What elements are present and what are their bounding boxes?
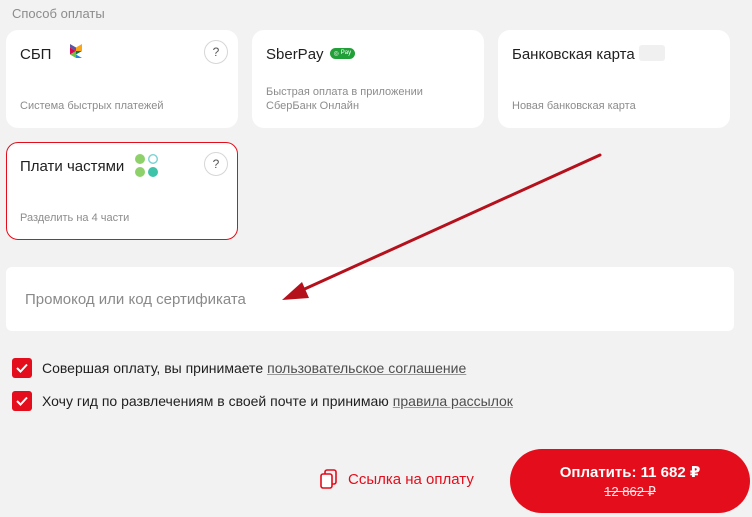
promo-code-input[interactable] xyxy=(6,267,734,331)
payment-method-bank-card[interactable]: Банковская карта Новая банковская карта xyxy=(498,30,730,128)
bank-card-icon xyxy=(638,45,665,62)
checkmark-icon xyxy=(16,396,28,406)
payment-link-button[interactable]: Ссылка на оплату xyxy=(320,469,474,489)
help-button[interactable]: ? xyxy=(204,152,228,176)
payment-method-sbp[interactable]: СБП ? Система быстрых платежей xyxy=(6,30,238,128)
payment-method-installments[interactable]: Плати частями ? Разделить на 4 части xyxy=(6,142,238,240)
dots-cluster-icon xyxy=(134,153,160,184)
sbp-logo-icon xyxy=(69,44,82,62)
method-description: Разделить на 4 части xyxy=(20,212,130,224)
payment-link-label: Ссылка на оплату xyxy=(348,470,474,488)
help-button[interactable]: ? xyxy=(204,40,228,64)
agreement-row-terms: Совершая оплату, вы принимаете пользоват… xyxy=(12,358,466,378)
terms-link[interactable]: пользовательское соглашение xyxy=(267,360,466,376)
method-title: SberPay xyxy=(266,46,324,63)
newsletter-rules-link[interactable]: правила рассылок xyxy=(393,393,513,409)
terms-checkbox[interactable] xyxy=(12,358,32,378)
method-description: Быстрая оплата в приложении СберБанк Онл… xyxy=(266,86,423,112)
terms-text: Совершая оплату, вы принимаете xyxy=(42,360,264,376)
method-title: СБП xyxy=(20,46,52,63)
payment-section-title: Способ оплаты xyxy=(12,6,105,21)
checkmark-icon xyxy=(16,363,28,373)
method-description: Система быстрых платежей xyxy=(20,100,164,112)
copy-link-icon xyxy=(320,469,337,489)
pay-button[interactable]: Оплатить: 11 682 ₽ 12 862 ₽ xyxy=(510,449,750,513)
old-price: 12 862 ₽ xyxy=(604,483,656,499)
payment-method-sberpay[interactable]: SberPay ◎ Pay Быстрая оплата в приложении … xyxy=(252,30,484,128)
promo-code-container xyxy=(6,267,734,331)
newsletter-checkbox[interactable] xyxy=(12,391,32,411)
sberpay-badge: ◎ Pay xyxy=(329,47,356,59)
method-title: Банковская карта xyxy=(512,46,635,63)
method-description: Новая банковская карта xyxy=(512,100,636,112)
pay-button-label: Оплатить: 11 682 ₽ xyxy=(559,463,701,481)
method-title: Плати частями xyxy=(20,158,125,175)
newsletter-text: Хочу гид по развлечениям в своей почте и… xyxy=(42,393,389,409)
agreement-row-newsletter: Хочу гид по развлечениям в своей почте и… xyxy=(12,391,513,411)
sberpay-logo-icon: ◎ xyxy=(333,50,339,57)
